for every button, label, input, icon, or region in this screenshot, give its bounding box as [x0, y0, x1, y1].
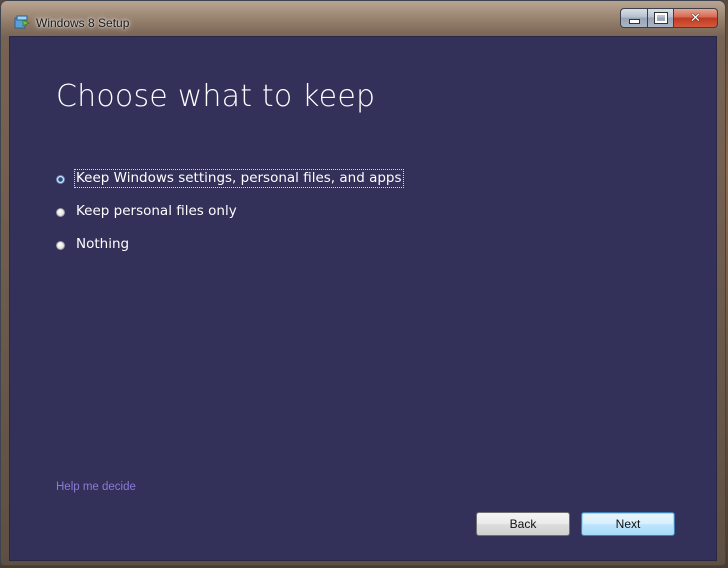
radio-nothing[interactable]: [56, 241, 65, 250]
option-nothing[interactable]: Nothing: [56, 236, 403, 269]
page-title: Choose what to keep: [56, 79, 376, 114]
window-title: Windows 8 Setup: [36, 16, 130, 30]
option-nothing-label[interactable]: Nothing: [75, 236, 130, 253]
keep-options-radio-group: Keep Windows settings, personal files, a…: [56, 169, 404, 269]
setup-content: Choose what to keep Keep Windows setting…: [9, 36, 717, 561]
close-icon: ✕: [690, 10, 701, 26]
radio-keep-personal-files[interactable]: [56, 208, 65, 217]
caption-buttons: ✕: [620, 8, 718, 28]
close-button[interactable]: ✕: [673, 8, 718, 28]
option-keep-everything-label[interactable]: Keep Windows settings, personal files, a…: [74, 169, 404, 188]
setup-icon: [14, 15, 30, 29]
next-button[interactable]: Next: [581, 512, 675, 536]
maximize-icon: [653, 12, 668, 24]
radio-keep-everything[interactable]: [56, 175, 65, 184]
setup-window: Windows 8 Setup ✕ Choose what to keep Ke…: [0, 0, 726, 566]
maximize-button[interactable]: [647, 8, 673, 28]
title-bar[interactable]: Windows 8 Setup ✕: [1, 1, 725, 35]
minimize-button[interactable]: [620, 8, 647, 28]
option-keep-everything[interactable]: Keep Windows settings, personal files, a…: [56, 169, 404, 203]
option-keep-personal-files-label[interactable]: Keep personal files only: [75, 203, 238, 220]
minimize-icon: [628, 18, 640, 24]
option-keep-personal-files[interactable]: Keep personal files only: [56, 203, 403, 236]
help-me-decide-link[interactable]: Help me decide: [56, 481, 136, 493]
back-button[interactable]: Back: [476, 512, 570, 536]
